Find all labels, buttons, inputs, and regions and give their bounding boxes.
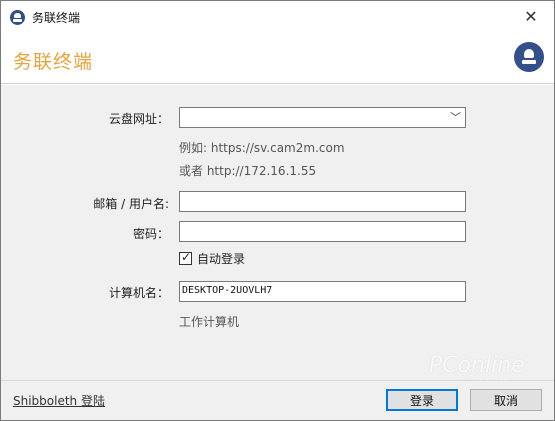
login-dialog: 务联终端 ✕ 务联终端 云盘网址： ﹀ 例如: https://sv.cam2m… <box>0 0 555 421</box>
email-label: 邮箱 / 用户名: <box>93 197 169 211</box>
checkmark-icon: ✓ <box>181 250 192 264</box>
chevron-down-icon[interactable]: ﹀ <box>450 109 461 125</box>
title-bar: 务联终端 ✕ <box>1 1 554 32</box>
auto-login-checkbox[interactable]: ✓ <box>179 250 192 265</box>
cancel-button[interactable]: 取消 <box>470 389 542 411</box>
cloud-url-select[interactable]: ﹀ <box>179 107 466 128</box>
cloud-url-hint-example: 例如: https://sv.cam2m.com <box>179 141 345 155</box>
email-field[interactable] <box>179 191 466 212</box>
footer: Shibboleth 登陆 登录 取消 <box>1 380 554 420</box>
header-band: 务联终端 <box>1 32 554 84</box>
form-area: 云盘网址： ﹀ 例如: https://sv.cam2m.com 或者 http… <box>1 85 554 391</box>
password-field[interactable] <box>179 221 466 242</box>
account-icon <box>514 42 544 72</box>
close-button[interactable]: ✕ <box>508 1 554 32</box>
app-icon <box>10 10 25 25</box>
computer-name-label: 计算机名： <box>108 286 169 300</box>
auto-login-label[interactable]: 自动登录 <box>197 250 245 267</box>
computer-name-field[interactable]: DESKTOP-2UOVLH7 <box>179 281 466 302</box>
window-title: 务联终端 <box>32 11 81 25</box>
shibboleth-login-link[interactable]: Shibboleth 登陆 <box>13 392 105 409</box>
password-label: 密码： <box>132 227 169 241</box>
header-title: 务联终端 <box>13 51 94 73</box>
cloud-url-label: 云盘网址： <box>108 112 169 126</box>
computer-name-value: DESKTOP-2UOVLH7 <box>182 285 273 296</box>
computer-name-hint: 工作计算机 <box>179 315 240 329</box>
login-button[interactable]: 登录 <box>386 389 458 411</box>
cloud-url-hint-alternative: 或者 http://172.16.1.55 <box>179 164 317 178</box>
